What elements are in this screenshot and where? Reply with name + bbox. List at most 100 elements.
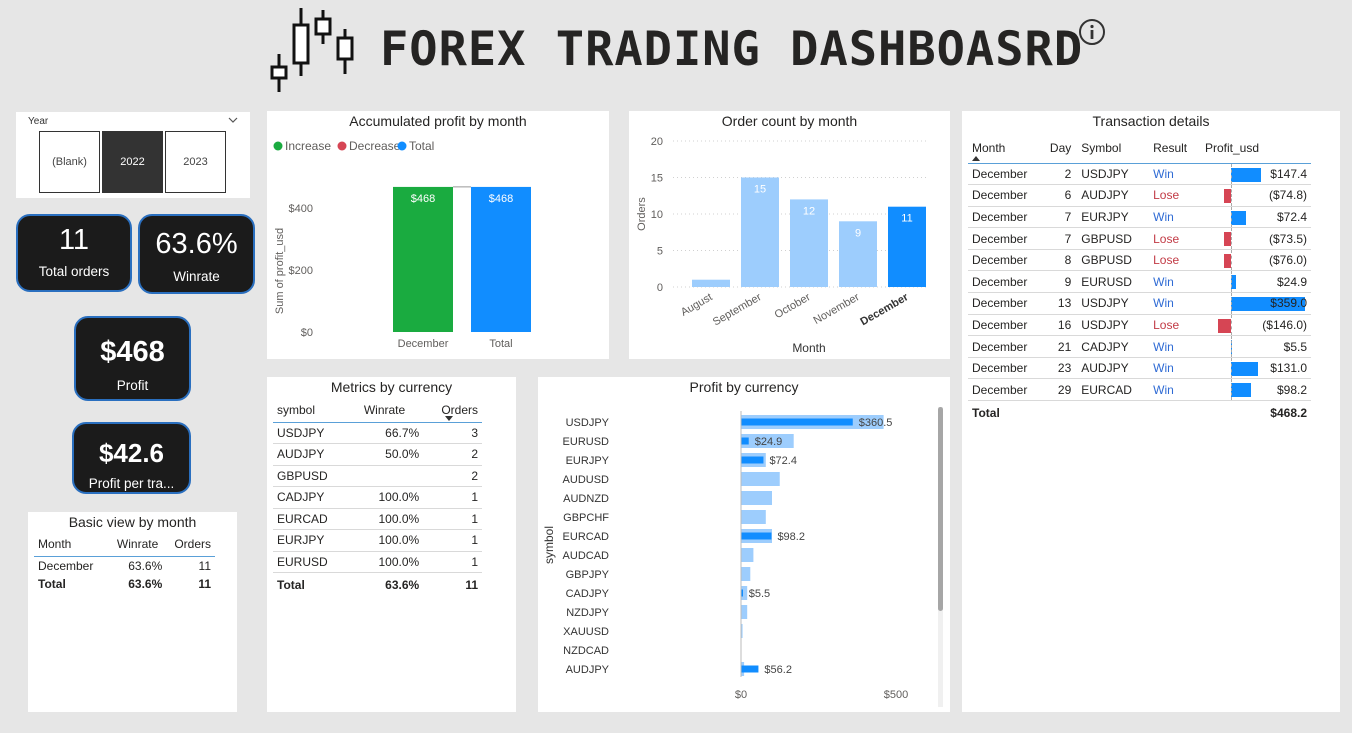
data-bar xyxy=(1231,383,1252,398)
table-row[interactable]: GBPUSD 2 xyxy=(273,465,482,487)
info-icon[interactable] xyxy=(1078,18,1106,46)
sort-ascending-icon[interactable] xyxy=(972,156,980,161)
data-bar xyxy=(1224,189,1231,204)
x-tick-label: December xyxy=(858,291,911,328)
table-row[interactable]: CADJPY 100.0% 1 xyxy=(273,486,482,509)
kpi-label: Winrate xyxy=(173,269,220,284)
data-bar-axis xyxy=(1231,185,1232,206)
cell: Win xyxy=(1143,335,1201,358)
table-row[interactable]: December 23 AUDJPY Win $131.0 xyxy=(968,357,1311,380)
chevron-down-icon[interactable] xyxy=(228,116,238,124)
table-row[interactable]: December 16 USDJPY Lose ($146.0) xyxy=(968,314,1311,337)
table-row[interactable]: December 63.6% 11 xyxy=(34,556,215,575)
bar xyxy=(471,186,531,332)
scrollbar-thumb[interactable] xyxy=(938,407,943,611)
cell: AUDJPY xyxy=(1077,184,1144,207)
x-tick-label: October xyxy=(773,291,813,321)
cell: 63.6% xyxy=(128,576,163,591)
table-row[interactable]: EURUSD 100.0% 1 xyxy=(273,551,482,573)
table-row[interactable]: December 13 USDJPY Win $359.0 xyxy=(968,292,1311,315)
table-row[interactable]: December 7 GBPUSD Lose ($73.5) xyxy=(968,227,1311,250)
panel-title: Basic view by month xyxy=(68,514,197,530)
table-row[interactable]: EURJPY 100.0% 1 xyxy=(273,529,482,552)
y-tick-label: EURCAD xyxy=(563,531,610,543)
cell: Win xyxy=(1143,292,1201,315)
slicer-option-blank[interactable]: (Blank) xyxy=(39,131,100,193)
column-header[interactable]: Result xyxy=(1143,133,1201,163)
table-row[interactable]: December 7 EURJPY Win $72.4 xyxy=(968,206,1311,229)
data-bar-axis xyxy=(1231,249,1232,271)
cell: 1 xyxy=(419,551,482,573)
cell: 66.7% xyxy=(349,422,420,444)
column-header[interactable]: Orders xyxy=(419,398,482,422)
cell: Total xyxy=(277,577,305,592)
kpi-value: $42.6 xyxy=(98,438,165,468)
column-header[interactable]: Winrate xyxy=(104,532,162,556)
cell: GBPUSD xyxy=(273,465,350,487)
cell: 100.0% xyxy=(349,508,420,530)
cell: USDJPY xyxy=(1077,163,1144,186)
y-tick-label: CADJPY xyxy=(566,588,610,600)
column-header[interactable]: Month xyxy=(34,532,104,556)
cell: GBPUSD xyxy=(1077,249,1144,272)
cell: EURUSD xyxy=(273,551,350,573)
data-bar xyxy=(1231,167,1262,182)
slicer-option-2023[interactable]: 2023 xyxy=(165,131,226,193)
table-row[interactable]: December 29 EURCAD Win $98.2 xyxy=(968,378,1311,402)
x-axis-title: Month xyxy=(792,341,825,355)
legend-marker xyxy=(273,141,283,151)
profit-cell: $98.2 xyxy=(1201,378,1311,402)
bar xyxy=(741,532,772,540)
cell: December xyxy=(38,558,94,573)
column-header[interactable]: symbol xyxy=(273,398,350,422)
cell: CADJPY xyxy=(273,486,350,509)
table-row[interactable]: December 9 EURUSD Win $24.9 xyxy=(968,270,1311,294)
kpi-total-orders: 11 Total orders xyxy=(16,214,132,292)
table-row[interactable]: December 8 GBPUSD Lose ($76.0) xyxy=(968,249,1311,272)
sort-descending-icon[interactable] xyxy=(445,416,454,421)
order-count-chart: 0 5 10 15 20 Orders August 15 September 12 October… xyxy=(636,136,929,355)
profit-cell: ($76.0) xyxy=(1201,249,1311,272)
y-tick-label: 10 xyxy=(651,209,663,221)
background-bar xyxy=(741,491,772,505)
table-row[interactable]: USDJPY 66.7% 3 xyxy=(273,422,482,444)
data-label: 9 xyxy=(855,227,861,239)
column-header[interactable]: Symbol xyxy=(1077,133,1143,163)
cell xyxy=(1077,401,1143,425)
profit-currency-panel: Profit by currency symbol USDJPY $360.5 EUR… xyxy=(538,377,950,712)
column-header[interactable]: Day xyxy=(1040,133,1078,163)
data-bar-axis xyxy=(1231,336,1232,357)
data-label: 11 xyxy=(901,213,912,225)
column-header[interactable]: Profit_usd xyxy=(1201,133,1311,163)
kpi-value: $468 xyxy=(100,336,165,368)
table-row[interactable]: EURCAD 100.0% 1 xyxy=(273,508,482,530)
profit-cell: ($74.8) xyxy=(1201,184,1311,207)
bar xyxy=(741,437,749,445)
cell: 11 xyxy=(465,577,478,592)
x-tick-label: August xyxy=(679,291,715,319)
table-row[interactable]: December 6 AUDJPY Lose ($74.8) xyxy=(968,184,1311,207)
column-header[interactable]: Orders xyxy=(162,532,215,556)
slicer-option-2022[interactable]: 2022 xyxy=(102,131,163,193)
bar xyxy=(692,279,730,287)
year-slicer: Year (Blank) 2022 2023 xyxy=(16,112,250,198)
column-header[interactable]: Month xyxy=(968,133,1040,163)
kpi-profit-per-trade: $42.6 Profit per tra... xyxy=(72,422,191,494)
table-row[interactable]: December 2 USDJPY Win $147.4 xyxy=(968,163,1311,186)
y-tick-label: XAUUSD xyxy=(563,626,609,638)
table-row[interactable]: AUDJPY 50.0% 2 xyxy=(273,443,482,466)
cell: USDJPY xyxy=(1077,292,1144,315)
cell xyxy=(1143,401,1201,425)
data-label: 15 xyxy=(754,184,766,196)
cell: 100.0% xyxy=(349,486,420,509)
column-header[interactable]: Winrate xyxy=(350,398,419,422)
cell: 63.6% xyxy=(385,577,420,592)
data-bar-axis xyxy=(1231,357,1232,379)
data-label: $98.2 xyxy=(777,531,805,543)
data-bar-axis xyxy=(1231,314,1232,336)
cell: 11 xyxy=(198,576,211,591)
bar xyxy=(741,418,853,426)
cell: Lose xyxy=(1143,184,1201,207)
table-row[interactable]: December 21 CADJPY Win $5.5 xyxy=(968,335,1311,358)
profit-cell: $147.4 xyxy=(1201,163,1311,186)
